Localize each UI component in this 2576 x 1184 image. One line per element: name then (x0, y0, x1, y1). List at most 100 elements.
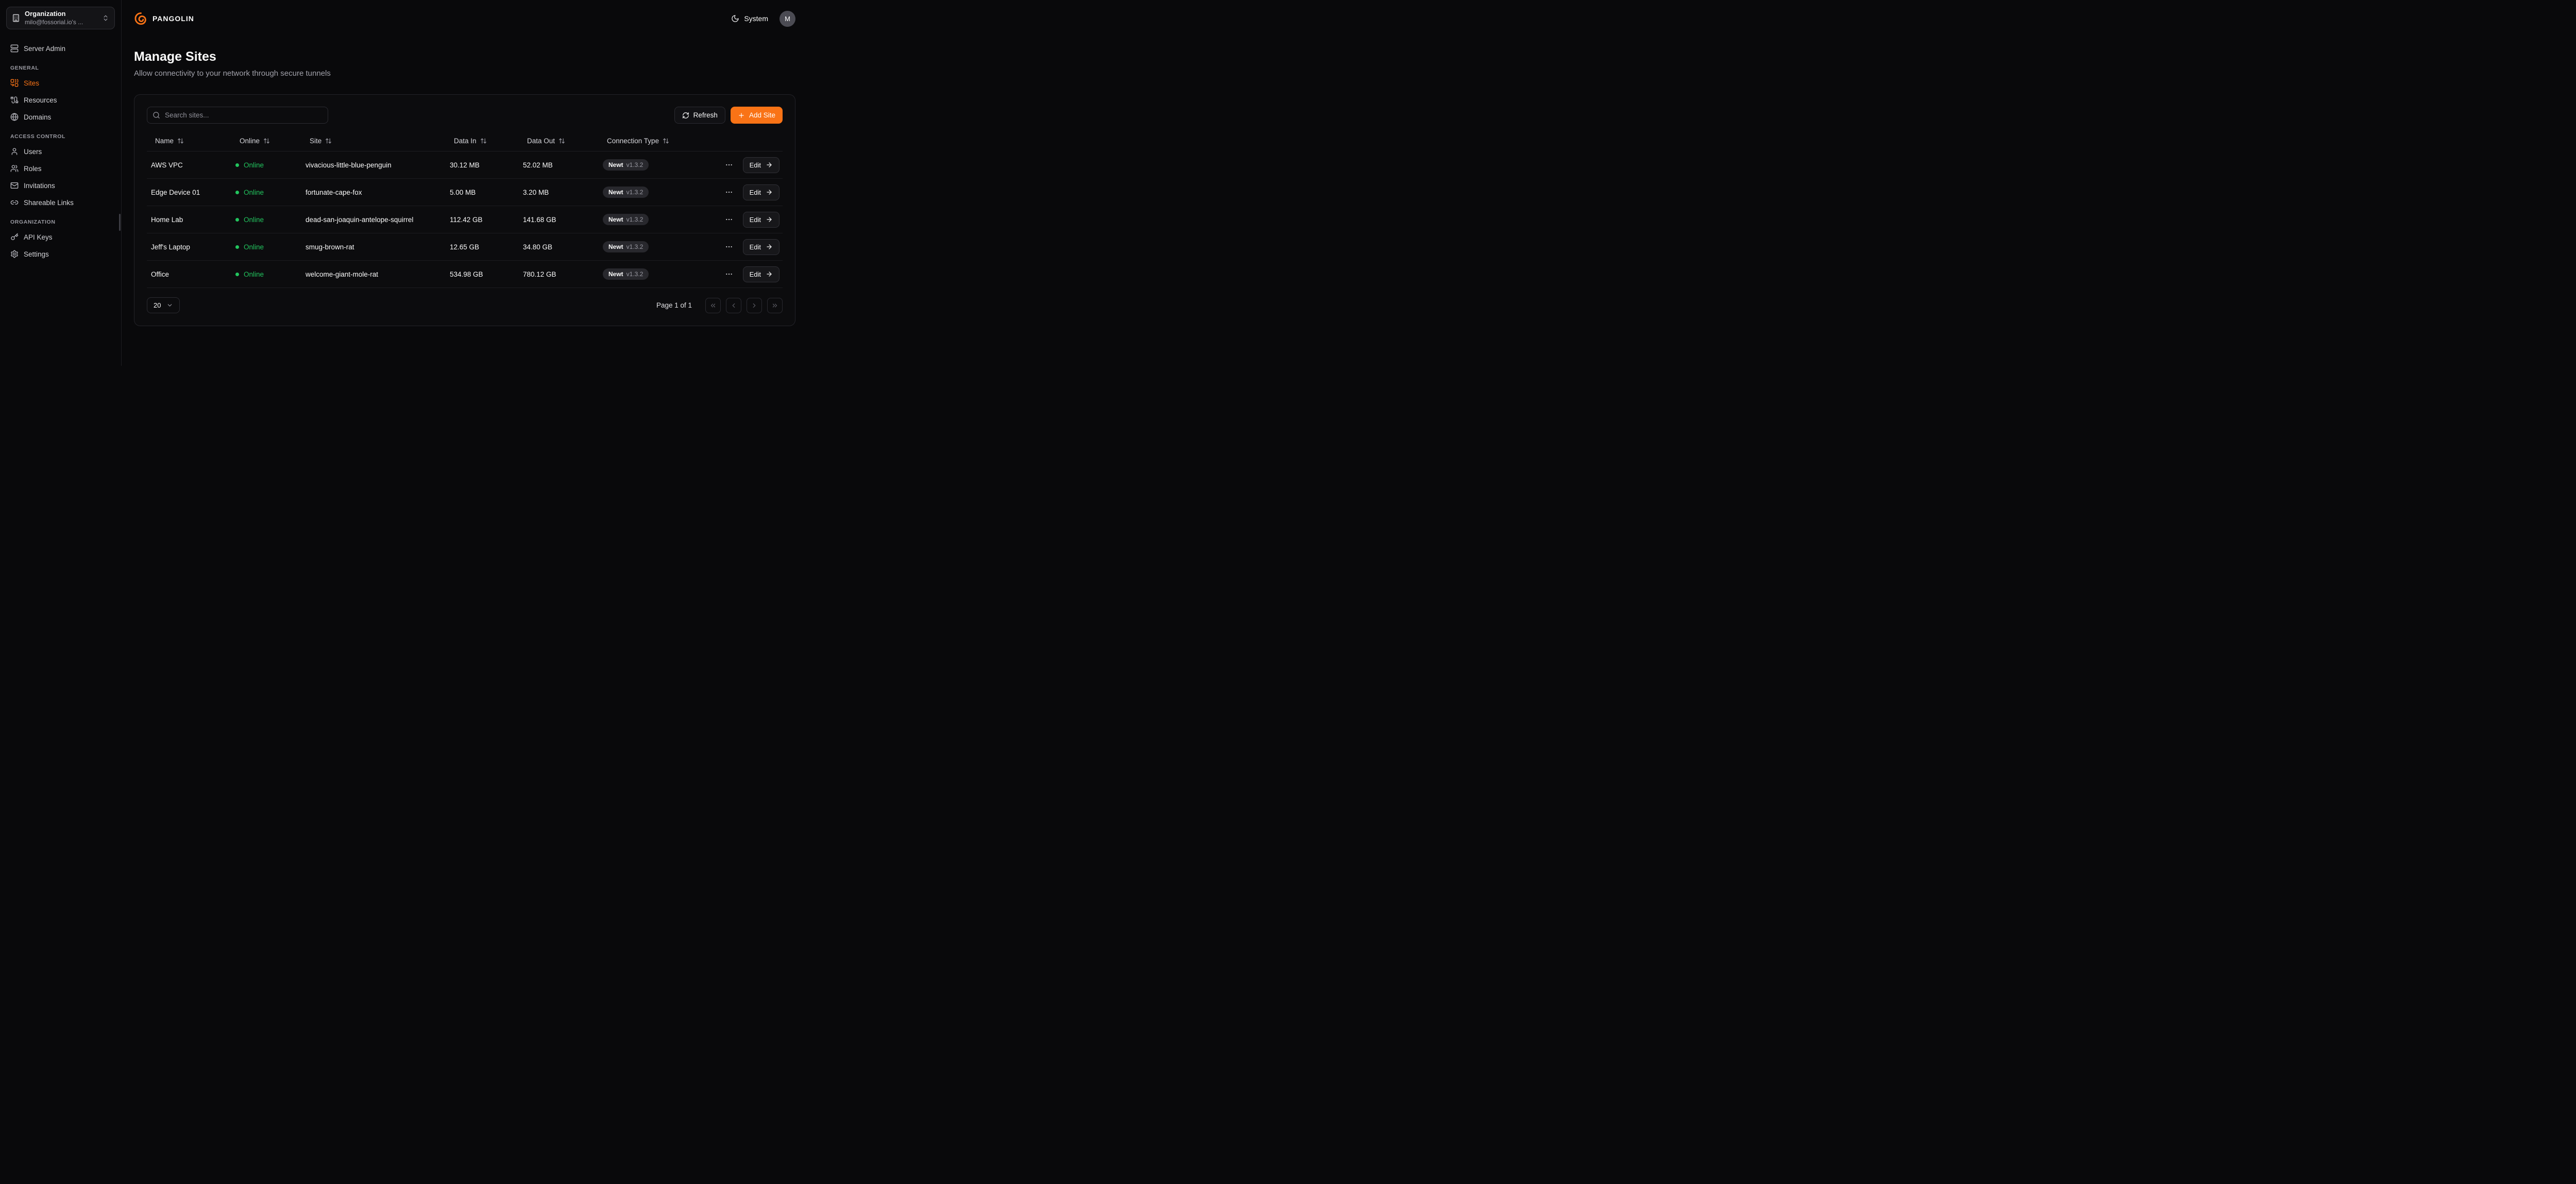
connection-type-cell: Newt v1.3.2 (599, 241, 718, 252)
section-label-access-control: ACCESS CONTROL (10, 133, 111, 140)
edit-site-button[interactable]: Edit (743, 157, 779, 173)
connection-type-badge: Newt v1.3.2 (603, 159, 649, 171)
page-title: Manage Sites (134, 49, 795, 64)
connection-version: v1.3.2 (626, 189, 643, 196)
edit-site-button[interactable]: Edit (743, 184, 779, 200)
site-name-cell: AWS VPC (147, 161, 231, 169)
user-avatar[interactable]: M (779, 11, 795, 27)
sidebar-item-label: Resources (24, 96, 57, 104)
site-tunnel-cell: vivacious-little-blue-penguin (301, 161, 446, 169)
site-tunnel-cell: smug-brown-rat (301, 243, 446, 251)
page-size-select[interactable]: 20 (147, 297, 180, 313)
organization-icon (12, 14, 20, 22)
sidebar-item-label: Roles (24, 165, 42, 173)
search-sites-input[interactable] (147, 107, 328, 124)
edit-site-button[interactable]: Edit (743, 212, 779, 228)
row-more-button[interactable] (723, 159, 735, 171)
table-footer: 20 Page 1 of 1 (147, 297, 783, 313)
sidebar-item-settings[interactable]: Settings (6, 246, 115, 262)
chevrons-up-down-icon (102, 14, 109, 22)
column-label: Connection Type (607, 137, 659, 145)
site-name-cell: Office (147, 270, 231, 278)
page-subtitle: Allow connectivity to your network throu… (134, 69, 795, 78)
arrow-right-icon (766, 243, 773, 250)
last-page-button[interactable] (767, 298, 783, 313)
sort-icon (480, 138, 487, 144)
data-out-cell: 52.02 MB (519, 161, 599, 169)
sidebar-scrollbar-thumb[interactable] (119, 214, 121, 231)
add-site-button[interactable]: Add Site (731, 107, 783, 124)
section-label-general: GENERAL (10, 65, 111, 71)
sidebar-item-users[interactable]: Users (6, 144, 115, 159)
next-page-button[interactable] (747, 298, 762, 313)
row-actions-cell: Edit (718, 239, 783, 255)
previous-page-button[interactable] (726, 298, 741, 313)
row-actions-cell: Edit (718, 266, 783, 282)
sidebar-item-roles[interactable]: Roles (6, 161, 115, 176)
topbar-right: System M (731, 11, 795, 27)
row-more-button[interactable] (723, 268, 735, 280)
online-status-label: Online (244, 243, 264, 251)
data-in-cell: 30.12 MB (446, 161, 519, 169)
connection-client: Newt (608, 243, 623, 250)
connection-type-badge: Newt v1.3.2 (603, 268, 649, 280)
ellipsis-icon (725, 270, 733, 278)
brand-home-link[interactable]: PANGOLIN (134, 12, 194, 26)
page-header: Manage Sites Allow connectivity to your … (134, 49, 795, 78)
column-header-connection-type[interactable]: Connection Type (599, 137, 718, 145)
connection-type-badge: Newt v1.3.2 (603, 214, 649, 225)
refresh-icon (682, 112, 689, 119)
edit-site-button[interactable]: Edit (743, 239, 779, 255)
sidebar-item-invitations[interactable]: Invitations (6, 178, 115, 193)
gear-icon (10, 250, 19, 258)
row-more-button[interactable] (723, 213, 735, 226)
org-selector[interactable]: Organization milo@fossorial.io's ... (6, 7, 115, 29)
column-label: Data In (454, 137, 477, 145)
online-status-label: Online (244, 216, 264, 224)
sidebar-item-api-keys[interactable]: API Keys (6, 229, 115, 245)
site-name-cell: Home Lab (147, 216, 231, 224)
theme-toggle-button[interactable]: System (731, 14, 768, 23)
sidebar-item-shareable-links[interactable]: Shareable Links (6, 195, 115, 210)
connection-client: Newt (608, 161, 623, 168)
sidebar-item-sites[interactable]: Sites (6, 75, 115, 91)
toolbar-actions: Refresh Add Site (674, 107, 783, 124)
connection-type-cell: Newt v1.3.2 (599, 214, 718, 225)
data-in-cell: 112.42 GB (446, 216, 519, 224)
site-name-cell: Edge Device 01 (147, 189, 231, 196)
sites-card: Refresh Add Site Name (134, 94, 795, 326)
sidebar-item-label: Settings (24, 250, 49, 258)
globe-icon (10, 113, 19, 121)
sidebar-item-server-admin[interactable]: Server Admin (6, 41, 115, 56)
row-actions-cell: Edit (718, 212, 783, 228)
row-more-button[interactable] (723, 241, 735, 253)
online-status-label: Online (244, 270, 264, 278)
refresh-button[interactable]: Refresh (674, 107, 725, 124)
column-header-name[interactable]: Name (147, 137, 231, 145)
row-more-button[interactable] (723, 186, 735, 198)
edit-label: Edit (750, 216, 761, 224)
site-status-cell: Online (231, 243, 301, 251)
connection-type-cell: Newt v1.3.2 (599, 159, 718, 171)
online-status-dot (235, 191, 239, 194)
search-icon (152, 111, 160, 119)
column-header-site[interactable]: Site (301, 137, 446, 145)
sidebar-item-label: Invitations (24, 182, 55, 190)
edit-label: Edit (750, 243, 761, 251)
edit-label: Edit (750, 161, 761, 169)
first-page-button[interactable] (705, 298, 721, 313)
pager-buttons (705, 298, 783, 313)
sidebar-item-domains[interactable]: Domains (6, 109, 115, 125)
table-row: Home Lab Online dead-san-joaquin-antelop… (147, 206, 783, 233)
refresh-label: Refresh (693, 111, 718, 119)
connection-client: Newt (608, 270, 623, 278)
site-status-cell: Online (231, 189, 301, 196)
column-header-data-in[interactable]: Data In (446, 137, 519, 145)
column-header-online[interactable]: Online (231, 137, 301, 145)
connection-version: v1.3.2 (626, 161, 643, 168)
sidebar-item-resources[interactable]: Resources (6, 92, 115, 108)
users-icon (10, 164, 19, 173)
edit-site-button[interactable]: Edit (743, 266, 779, 282)
section-label-organization: ORGANIZATION (10, 219, 111, 225)
column-header-data-out[interactable]: Data Out (519, 137, 599, 145)
